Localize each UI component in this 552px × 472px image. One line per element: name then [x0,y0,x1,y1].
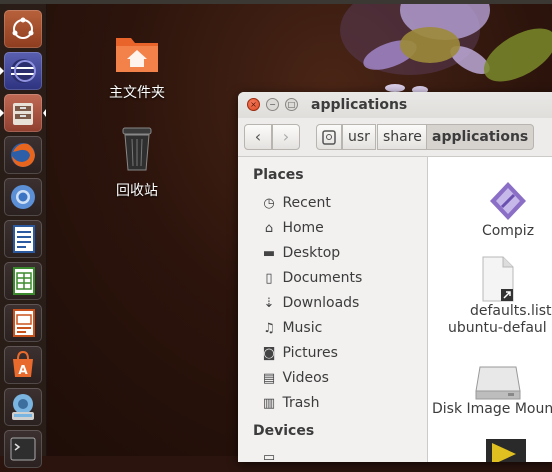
launcher: A [0,4,47,468]
sidebar-item-label: Recent [282,195,331,211]
active-indicator [43,109,46,117]
path-crumb-share[interactable]: share [377,124,428,150]
document-icon: ▯ [265,271,273,286]
file-label: Disk Image Moun [432,401,552,417]
file-view: Compiz defaults.list. ubuntu-defaul Disk… [428,157,552,462]
disk-icon [475,366,521,400]
home-icon: ⌂ [264,221,274,236]
download-icon: ⇣ [263,296,275,311]
top-panel [0,0,552,4]
sidebar-item-downloads[interactable]: ⇣ Downloads [260,293,360,313]
sidebar-item-pictures[interactable]: ◙ Pictures [260,343,338,363]
sidebar-item-label: Music [282,320,323,336]
writer-icon[interactable] [4,220,42,258]
sidebar-item-device[interactable]: ▭ [260,447,278,462]
sidebar-item-documents[interactable]: ▯ Documents [260,268,362,288]
sidebar-item-music[interactable]: ♫ Music [260,318,322,338]
sidebar: Places ◷ Recent ⌂ Home ▬ Desktop ▯ Docum… [238,157,428,462]
toolbar: ‹ › usr share applications [238,118,552,157]
camera-icon: ◙ [262,346,276,361]
sidebar-item-label: Home [282,220,324,236]
devices-header: Devices [253,423,315,439]
forward-button[interactable]: › [272,124,300,150]
file-item-disk-image-mounter[interactable]: Disk Image Moun [428,361,552,417]
file-label-line2: ubuntu-defaul [448,320,547,336]
sidebar-item-videos[interactable]: ▤ Videos [260,368,329,388]
music-icon: ♫ [263,321,275,336]
home-folder-icon [116,38,158,72]
dash-icon[interactable] [4,10,42,48]
file-manager-window: × − □ applications ‹ › usr share applica… [238,92,552,462]
sidebar-item-label: Downloads [282,295,360,311]
sidebar-item-label: Documents [282,270,363,286]
file-item-partial[interactable] [486,439,526,462]
back-button[interactable]: ‹ [244,124,272,150]
svg-text:A: A [18,363,28,377]
terminal-icon[interactable] [4,430,42,468]
drive-icon: ▭ [262,450,276,462]
trash-icon: ▥ [262,396,276,411]
sidebar-item-recent[interactable]: ◷ Recent [260,193,331,213]
places-header: Places [253,167,304,183]
desktop-icon-home[interactable]: 主文件夹 [97,30,177,102]
sidebar-item-label: Desktop [282,245,341,261]
film-icon: ▤ [262,371,276,386]
file-item-defaults-list[interactable]: defaults.list. ubuntu-defaul [448,255,552,337]
compiz-icon [490,182,526,220]
path-crumb-usr[interactable]: usr [342,124,376,150]
path-root-button[interactable] [316,124,342,150]
sidebar-item-trash[interactable]: ▥ Trash [260,393,320,413]
desktop-icon-trash[interactable]: 回收站 [97,124,177,200]
path-crumb-applications[interactable]: applications [426,124,535,150]
software-center-icon[interactable]: A [4,346,42,384]
impress-icon[interactable] [4,304,42,342]
file-label: Compiz [481,223,535,239]
system-settings-icon[interactable] [4,388,42,426]
firefox-icon[interactable] [4,136,42,174]
desktop-icon-label: 回收站 [116,183,158,199]
sidebar-item-desktop[interactable]: ▬ Desktop [260,243,340,263]
maximize-button[interactable]: □ [285,98,298,111]
window-title: applications [311,97,408,113]
calc-icon[interactable] [4,262,42,300]
drive-icon [322,130,336,145]
sidebar-item-home[interactable]: ⌂ Home [260,218,324,238]
window-titlebar[interactable]: × − □ applications [238,92,552,118]
clock-icon: ◷ [263,196,275,211]
play-icon [492,443,516,462]
eclipse-icon[interactable] [4,52,42,90]
file-label: defaults.list. [469,303,552,319]
files-icon[interactable] [4,94,42,132]
trash-icon [122,127,152,171]
chromium-icon[interactable] [4,178,42,216]
text-file-icon [482,256,514,302]
sidebar-item-label: Videos [282,370,329,386]
file-item-compiz[interactable]: Compiz [458,179,552,239]
folder-icon: ▬ [262,246,276,261]
close-button[interactable]: × [247,98,260,111]
minimize-button[interactable]: − [266,98,279,111]
desktop-icon-label: 主文件夹 [109,85,165,101]
sidebar-item-label: Trash [282,395,320,411]
sidebar-item-label: Pictures [282,345,338,361]
